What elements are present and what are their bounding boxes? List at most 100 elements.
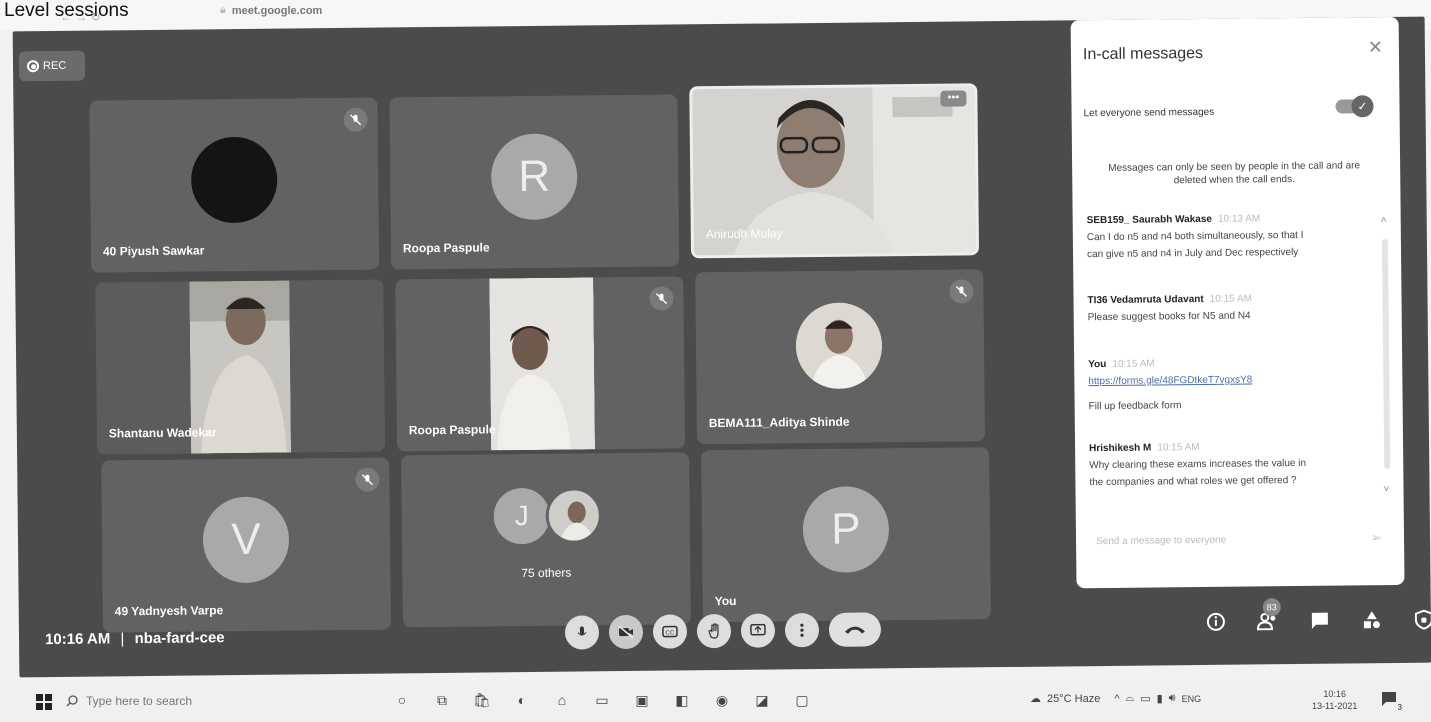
participant-tile[interactable]: Shantanu Wadekar	[95, 279, 386, 455]
taskbar-clock[interactable]: 10:16 13-11-2021	[1312, 688, 1357, 712]
raise-hand-button[interactable]	[696, 613, 732, 649]
teams-icon[interactable]: ◪	[750, 688, 774, 712]
folder-icon[interactable]: ▭	[590, 688, 614, 712]
participant-name: Roopa Paspule	[402, 240, 490, 256]
meet-window: REC 40 Piyush Sawkar R Roopa Paspule •••	[12, 16, 1431, 678]
message-time: 10:15 AM	[1157, 442, 1200, 454]
weather-text[interactable]: 25°C Haze	[1047, 693, 1100, 705]
check-icon: ✓	[1351, 95, 1374, 118]
clock-time: 10:16	[1323, 689, 1346, 699]
more-options-icon[interactable]: •••	[940, 90, 967, 107]
mic-icon[interactable]: ▮	[1157, 692, 1163, 705]
host-controls-button[interactable]	[1411, 607, 1431, 633]
participant-tile[interactable]: R Roopa Paspule	[389, 94, 680, 270]
camera-off-icon	[618, 625, 634, 639]
captions-button[interactable]: CC	[652, 614, 688, 649]
people-button[interactable]: 83	[1255, 598, 1281, 634]
call-controls: CC	[564, 612, 882, 650]
send-icon[interactable]: ➢	[1370, 529, 1382, 546]
message-input[interactable]	[1096, 533, 1327, 548]
leave-call-button[interactable]	[828, 612, 882, 647]
participant-name: You	[714, 593, 737, 609]
avatar	[795, 302, 883, 390]
message-time: 10:13 AM	[1217, 213, 1261, 225]
message-line: Please suggest books for N5 and N4	[1087, 310, 1251, 324]
toggle-label: Let everyone send messages	[1083, 106, 1215, 120]
edge-icon[interactable]: ◐	[510, 688, 534, 712]
app-icon[interactable]: ⌂	[550, 688, 574, 712]
avatar: P	[802, 486, 890, 574]
more-options-button[interactable]	[784, 613, 820, 648]
participant-tile[interactable]: 40 Piyush Sawkar	[89, 97, 380, 273]
participant-tile[interactable]: J 75 others	[401, 452, 691, 628]
mic-button[interactable]	[564, 615, 600, 650]
activities-button[interactable]	[1359, 607, 1385, 633]
task-view-icon[interactable]: ⧉	[430, 688, 454, 712]
participant-name: Shantanu Wadekar	[108, 425, 217, 441]
close-icon[interactable]: ✕	[1368, 37, 1383, 58]
volume-icon[interactable]: 🔊︎	[1169, 692, 1176, 705]
others-count: 75 others	[521, 565, 572, 581]
participant-tile[interactable]: V 49 Yadnyesh Varpe	[101, 457, 391, 633]
participant-tile[interactable]: P You	[701, 447, 991, 623]
meeting-details-button[interactable]	[1203, 609, 1229, 635]
app-icon[interactable]: ▣	[630, 688, 654, 712]
hand-icon	[708, 623, 719, 639]
clock-date: 13-11-2021	[1312, 701, 1358, 711]
windows-start-icon[interactable]	[36, 694, 52, 710]
notifications-icon[interactable]: 3	[1380, 690, 1402, 712]
in-call-messages-panel: In-call messages ✕ Let everyone send mes…	[1070, 16, 1405, 589]
chat-button[interactable]	[1307, 608, 1333, 634]
meeting-info: 10:16 AM | nba-fard-cee	[45, 629, 225, 648]
participant-tile[interactable]: ••• Anirudh Mulay	[689, 83, 980, 259]
record-icon	[26, 60, 40, 73]
zoom-icon[interactable]: ▢	[790, 688, 814, 712]
participant-tile[interactable]: BEMA111_Aditya Shinde	[695, 269, 986, 445]
office-icon[interactable]: ◧	[670, 688, 694, 712]
allow-messages-toggle[interactable]: ✓	[1335, 95, 1374, 118]
store-icon[interactable]: 🛍︎	[470, 688, 494, 712]
mic-off-icon	[649, 286, 674, 311]
info-icon	[1206, 612, 1225, 631]
shield-icon	[1414, 609, 1431, 630]
rec-label: REC	[42, 59, 67, 73]
svg-text:CC: CC	[665, 631, 674, 637]
avatar: J	[493, 487, 551, 545]
search-placeholder: Type here to search	[86, 694, 193, 708]
chevron-up-icon[interactable]: ^	[1114, 693, 1119, 705]
url-bar[interactable]: 🔒︎ meet.google.com	[220, 4, 322, 17]
chat-icon	[1311, 612, 1328, 629]
meeting-time: 10:16 AM	[44, 630, 111, 649]
taskbar-search[interactable]: Type here to search	[66, 690, 236, 712]
system-tray: ☁︎ 25°C Haze ^ ⌓ ▭ ▮ 🔊︎ ENG	[1030, 692, 1201, 705]
weather-icon: ☁︎	[1030, 693, 1041, 705]
feedback-form-link[interactable]: https://forms.gle/48FGDtkeT7vgxsY8	[1088, 370, 1378, 390]
present-button[interactable]	[740, 613, 776, 648]
mic-off-icon	[343, 107, 368, 132]
network-icon[interactable]: ⌓	[1126, 692, 1135, 705]
cortana-icon[interactable]: ○	[390, 688, 414, 712]
mic-off-icon	[949, 279, 974, 304]
captions-icon: CC	[662, 625, 678, 638]
url-domain: meet.google.com	[231, 4, 323, 17]
browser-nav-icons[interactable]: ← → ↻	[60, 10, 101, 24]
participant-name: BEMA111_Aditya Shinde	[708, 414, 850, 431]
chevron-up-icon[interactable]: ˄	[1381, 215, 1387, 226]
present-icon	[750, 623, 766, 636]
scrollbar-thumb[interactable]	[1381, 239, 1391, 470]
message-sender: SEB159_ Saurabh Wakase	[1086, 213, 1212, 227]
panel-title: In-call messages	[1082, 44, 1204, 64]
taskbar: Type here to search ○ ⧉ 🛍︎ ◐ ⌂ ▭ ▣ ◧ ◉ ◪…	[0, 680, 1431, 722]
battery-icon[interactable]: ▭	[1140, 692, 1150, 705]
mic-off-icon	[355, 467, 380, 492]
chevron-down-icon[interactable]: ˅	[1383, 484, 1389, 495]
chat-scrollbar[interactable]: ˄ ˅	[1381, 215, 1392, 495]
avatar	[190, 136, 278, 224]
chrome-icon[interactable]: ◉	[710, 688, 734, 712]
language-indicator[interactable]: ENG	[1182, 694, 1202, 704]
chat-message: You 10:15 AM https://forms.gle/48FGDtkeT7…	[1088, 353, 1379, 415]
camera-off-button[interactable]	[608, 614, 644, 650]
participant-tile[interactable]: Roopa Paspule	[395, 276, 686, 452]
participant-name: Anirudh Mulay	[705, 226, 783, 242]
participant-name: 49 Yadnyesh Varpe	[114, 603, 224, 619]
